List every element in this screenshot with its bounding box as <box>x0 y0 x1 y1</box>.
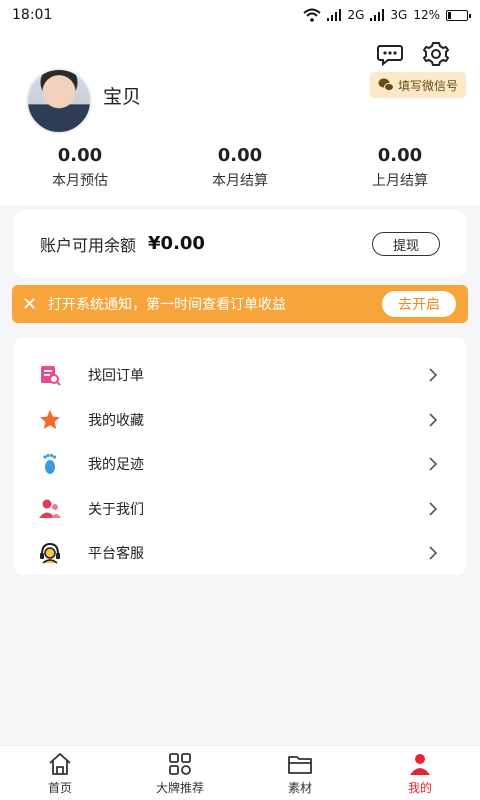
tab-label: 大牌推荐 <box>155 780 204 795</box>
enable-notifications-button[interactable]: 去开启 <box>382 291 456 317</box>
chevron-right-icon <box>429 546 438 560</box>
bottom-tab-bar: 首页 大牌推荐 素材 我的 <box>0 745 480 800</box>
balance-card: 账户可用余额 ¥0.00 提现 <box>14 210 466 277</box>
menu-item-label: 我的足迹 <box>88 457 144 474</box>
menu-item-label: 平台客服 <box>88 546 144 563</box>
stat-this-month-estimate[interactable]: 0.00 本月预估 <box>0 145 160 190</box>
status-time: 18:01 <box>12 7 53 23</box>
tab-home[interactable]: 首页 <box>0 746 120 800</box>
close-icon[interactable]: ✕ <box>22 294 42 315</box>
wechat-icon <box>378 78 394 92</box>
battery-icon <box>446 9 471 21</box>
order-search-icon <box>38 363 62 387</box>
avatar[interactable] <box>26 68 92 134</box>
balance-amount: ¥0.00 <box>148 233 205 254</box>
stat-label: 本月预估 <box>52 173 108 189</box>
stat-value: 0.00 <box>217 145 263 166</box>
tab-label: 首页 <box>47 780 72 795</box>
tab-brand-recommend[interactable]: 大牌推荐 <box>120 746 240 800</box>
signal-icon <box>370 9 385 21</box>
home-icon <box>49 752 71 775</box>
chat-icon[interactable] <box>376 40 404 68</box>
folder-icon <box>288 755 312 774</box>
username: 宝贝 <box>103 86 142 108</box>
battery-percent: 12% <box>413 8 440 22</box>
stat-value: 0.00 <box>57 145 103 166</box>
chevron-right-icon <box>429 501 438 516</box>
chevron-right-icon <box>429 412 438 427</box>
stat-label: 上月结算 <box>372 173 428 189</box>
grid-icon <box>169 752 191 775</box>
stat-label: 本月结算 <box>212 173 268 189</box>
earnings-stats: 0.00 本月预估 0.00 本月结算 0.00 上月结算 <box>0 145 480 190</box>
wifi-icon <box>303 8 322 22</box>
gear-icon[interactable] <box>422 40 450 68</box>
menu-item-footprints[interactable]: 我的足迹 <box>14 442 466 487</box>
chevron-right-icon <box>429 457 438 471</box>
stat-this-month-settled[interactable]: 0.00 本月结算 <box>160 145 320 190</box>
wechat-button-label: 填写微信号 <box>397 78 458 93</box>
profile-header: 宝贝 填写微信号 0.00 本月预估 0.00 本月结算 0.00 上月结算 <box>0 30 480 205</box>
menu-item-customer-service[interactable]: 平台客服 <box>14 531 466 576</box>
menu-item-about-us[interactable]: 关于我们 <box>14 487 466 532</box>
star-icon <box>38 408 62 432</box>
stat-last-month-settled[interactable]: 0.00 上月结算 <box>320 145 480 190</box>
withdraw-button[interactable]: 提现 <box>372 232 440 256</box>
signal-icon <box>327 9 342 21</box>
status-indicators: 2G 3G 12% <box>303 8 471 22</box>
notification-banner: ✕ 打开系统通知，第一时间查看订单收益 去开启 <box>12 285 468 323</box>
network-type-1: 2G <box>347 8 365 22</box>
balance-label: 账户可用余额 <box>40 235 137 255</box>
tab-label: 我的 <box>407 780 432 795</box>
tab-mine[interactable]: 我的 <box>360 746 480 800</box>
footprint-icon <box>38 452 62 476</box>
network-type-2: 3G <box>390 8 408 22</box>
tab-label: 素材 <box>287 780 312 795</box>
menu-item-favorites[interactable]: 我的收藏 <box>14 398 466 443</box>
menu-item-label: 找回订单 <box>88 368 144 385</box>
chevron-right-icon <box>429 368 438 382</box>
headset-icon <box>38 541 62 565</box>
profile-icon <box>410 753 430 775</box>
stat-value: 0.00 <box>377 145 423 166</box>
wechat-id-button[interactable]: 填写微信号 <box>369 72 466 98</box>
menu-list: 找回订单 我的收藏 我的足迹 关于我们 平台客服 <box>14 337 466 575</box>
tab-materials[interactable]: 素材 <box>240 746 360 800</box>
menu-item-label: 我的收藏 <box>88 412 144 429</box>
menu-item-recover-order[interactable]: 找回订单 <box>14 353 466 398</box>
menu-item-label: 关于我们 <box>88 501 144 518</box>
users-icon <box>38 497 62 521</box>
notification-text: 打开系统通知，第一时间查看订单收益 <box>48 297 286 313</box>
status-bar: 18:01 2G 3G 12% <box>0 0 480 30</box>
header-actions <box>376 40 450 68</box>
